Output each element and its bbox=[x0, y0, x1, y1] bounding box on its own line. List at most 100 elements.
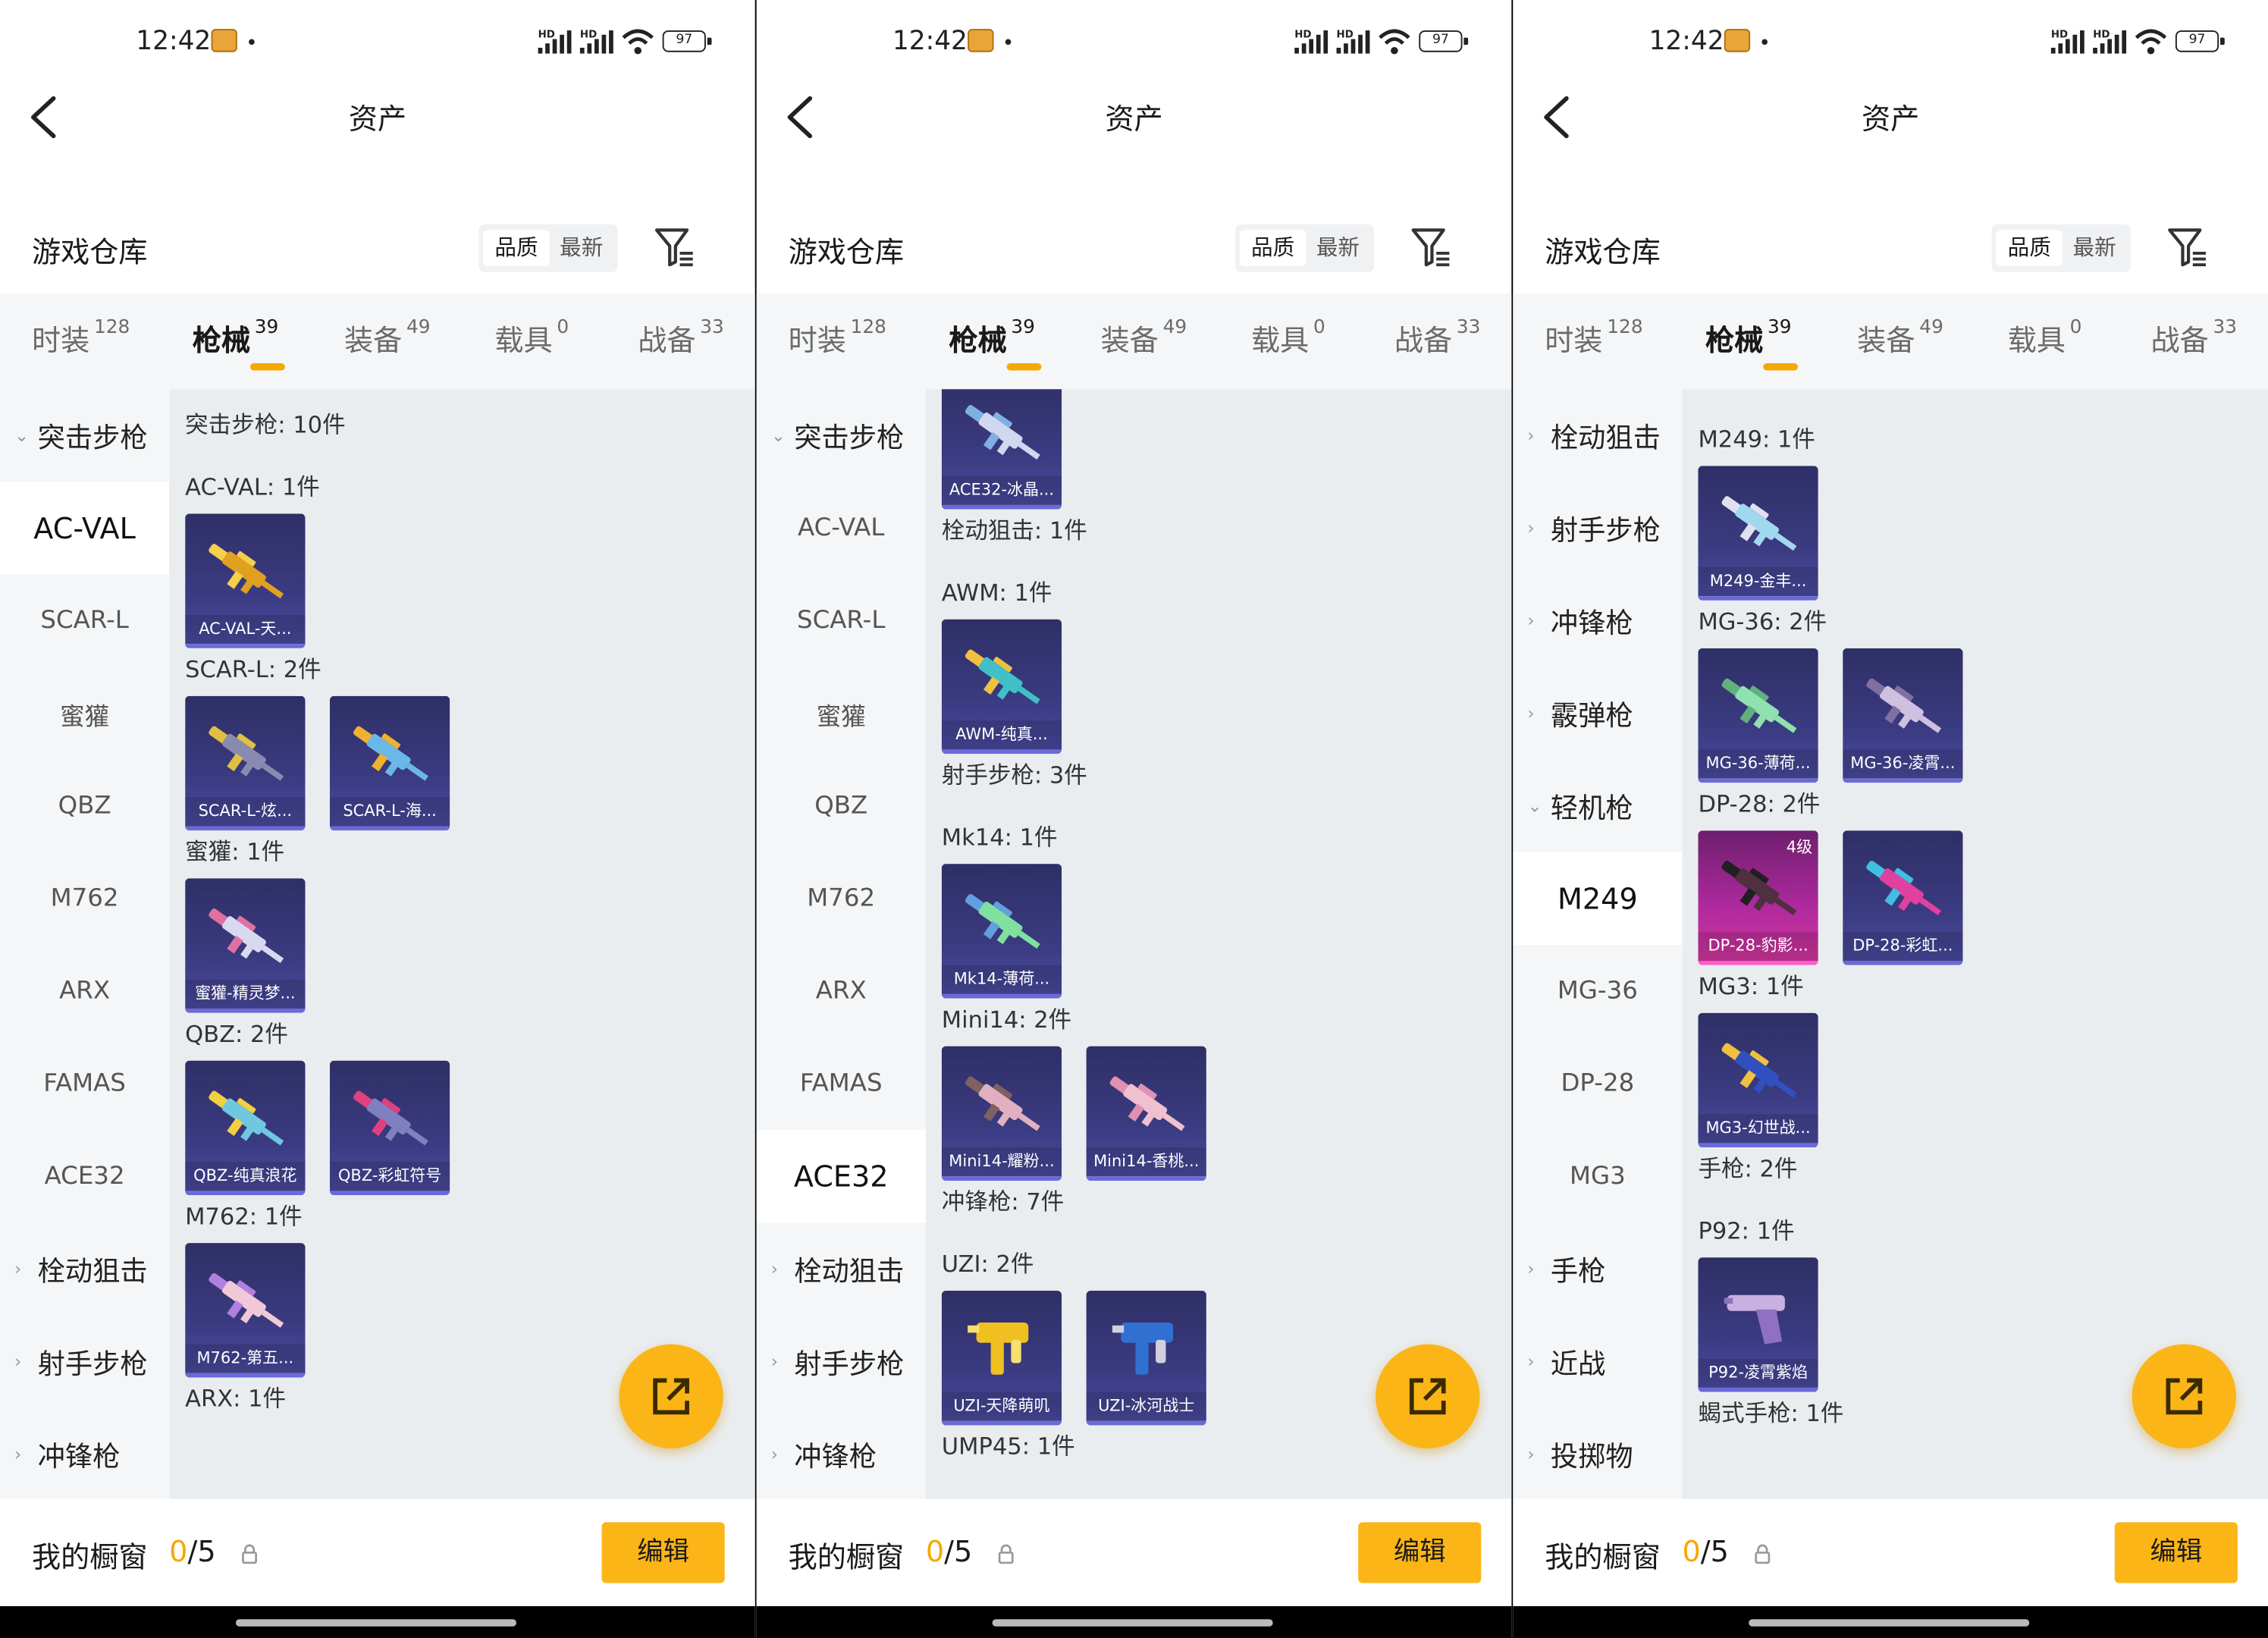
sort-quality-button[interactable]: 品质 bbox=[483, 230, 550, 267]
tab-gear[interactable]: 装备 49 bbox=[1101, 317, 1187, 359]
sidebar-item[interactable]: 蜜獾 bbox=[0, 667, 169, 760]
chevron-right-icon: › bbox=[1527, 518, 1535, 538]
weapon-card[interactable]: MG3-幻世战... bbox=[1698, 1012, 1818, 1148]
sidebar-group[interactable]: › 冲锋枪 bbox=[1513, 575, 1682, 667]
tab-vehicles[interactable]: 载具 0 bbox=[1251, 317, 1325, 359]
sidebar-item[interactable]: ACE32 bbox=[0, 1130, 169, 1222]
tab-supplies[interactable]: 战备 33 bbox=[638, 317, 724, 359]
weapon-card[interactable]: M762-第五... bbox=[185, 1243, 306, 1378]
edit-button[interactable]: 编辑 bbox=[1358, 1522, 1482, 1583]
sidebar-group[interactable]: › 栓动狙击 bbox=[757, 1222, 926, 1315]
weapon-name: Mini14-耀粉... bbox=[941, 1147, 1062, 1177]
tab-fashion[interactable]: 时装 128 bbox=[1545, 317, 1642, 359]
edit-button[interactable]: 编辑 bbox=[2114, 1522, 2238, 1583]
sort-toggle[interactable]: 品质 最新 bbox=[1991, 224, 2131, 272]
weapon-card[interactable]: 蜜獾-精灵梦... bbox=[185, 878, 306, 1013]
sidebar-item[interactable]: AC-VAL bbox=[757, 482, 926, 574]
share-button[interactable] bbox=[2132, 1344, 2237, 1449]
sidebar-group[interactable]: › 栓动狙击 bbox=[1513, 389, 1682, 482]
weapon-list: 突击步枪: 10件 AC-VAL: 1件 AC-VAL-天... SCAR-L: 2… bbox=[169, 389, 755, 1499]
sort-toggle[interactable]: 品质 最新 bbox=[478, 224, 618, 272]
sort-quality-button[interactable]: 品质 bbox=[1996, 230, 2063, 267]
sidebar-group[interactable]: › 射手步枪 bbox=[757, 1315, 926, 1407]
sidebar-item[interactable]: 蜜獾 bbox=[757, 667, 926, 760]
sidebar-group[interactable]: › 手枪 bbox=[1513, 1222, 1682, 1315]
weapon-card[interactable]: Mini14-耀粉... bbox=[941, 1046, 1062, 1181]
filter-icon[interactable] bbox=[1410, 226, 1451, 269]
weapon-card[interactable]: UZI-冰河战士 bbox=[1086, 1291, 1206, 1426]
weapon-card[interactable]: SCAR-L-海... bbox=[329, 695, 450, 831]
weapon-card[interactable]: Mini14-香桃... bbox=[1086, 1046, 1206, 1181]
tab-supplies[interactable]: 战备 33 bbox=[2150, 317, 2237, 359]
weapon-card[interactable]: ACE32-冰晶... bbox=[941, 389, 1062, 510]
sidebar-item[interactable]: QBZ bbox=[757, 760, 926, 852]
category-tabs: 时装 128 枪械 39 装备 49 载具 0 战备 33 bbox=[1513, 293, 2268, 390]
weapon-card[interactable]: Mk14-薄荷... bbox=[941, 864, 1062, 999]
share-button[interactable] bbox=[619, 1344, 723, 1449]
weapon-card[interactable]: 4级 DP-28-豹影... bbox=[1698, 830, 1818, 965]
sidebar-group[interactable]: ⌄ 突击步枪 bbox=[757, 389, 926, 482]
weapon-card[interactable]: QBZ-彩虹符号 bbox=[329, 1060, 450, 1196]
sidebar-group[interactable]: › 射手步枪 bbox=[0, 1315, 169, 1407]
home-indicator[interactable] bbox=[992, 1619, 1273, 1627]
weapon-card[interactable]: UZI-天降萌叽 bbox=[941, 1291, 1062, 1426]
sort-latest-button[interactable]: 最新 bbox=[1305, 230, 1372, 266]
weapon-card[interactable]: M249-金丰... bbox=[1698, 466, 1818, 601]
sidebar-group[interactable]: ⌄ 突击步枪 bbox=[0, 389, 169, 482]
filter-icon[interactable] bbox=[2166, 226, 2207, 269]
weapon-card[interactable]: MG-36-薄荷... bbox=[1698, 648, 1818, 783]
sidebar-item[interactable]: DP-28 bbox=[1513, 1037, 1682, 1130]
sort-latest-button[interactable]: 最新 bbox=[2061, 230, 2128, 266]
sidebar-item[interactable]: MG-36 bbox=[1513, 945, 1682, 1037]
weapon-card[interactable]: DP-28-彩虹... bbox=[1843, 830, 1963, 965]
showcase-count: 0/5 bbox=[169, 1534, 215, 1569]
weapon-card[interactable]: AWM-纯真... bbox=[941, 619, 1062, 755]
showcase-bar: 我的橱窗 0/5 编辑 bbox=[1513, 1498, 2268, 1607]
sidebar-item[interactable]: MG3 bbox=[1513, 1130, 1682, 1222]
sidebar-group[interactable]: › 霰弹枪 bbox=[1513, 667, 1682, 760]
tab-fashion[interactable]: 时装 128 bbox=[32, 317, 130, 359]
sidebar-group[interactable]: › 栓动狙击 bbox=[0, 1222, 169, 1315]
weapon-card[interactable]: MG-36-凌霄... bbox=[1843, 648, 1963, 783]
sidebar-group[interactable]: › 近战 bbox=[1513, 1315, 1682, 1407]
sidebar-item[interactable]: AC-VAL bbox=[0, 482, 170, 575]
sidebar-item[interactable]: ARX bbox=[757, 945, 926, 1037]
sidebar-item[interactable]: M762 bbox=[0, 852, 169, 945]
weapon-card[interactable]: AC-VAL-天... bbox=[185, 513, 306, 648]
sidebar-item[interactable]: M762 bbox=[757, 852, 926, 945]
edit-button[interactable]: 编辑 bbox=[601, 1522, 725, 1583]
sidebar-group[interactable]: › 投掷物 bbox=[1513, 1408, 1682, 1499]
tab-vehicles[interactable]: 载具 0 bbox=[2008, 317, 2082, 359]
tab-weapons[interactable]: 枪械 39 bbox=[193, 317, 279, 359]
sort-latest-button[interactable]: 最新 bbox=[548, 230, 615, 266]
sidebar-item[interactable]: FAMAS bbox=[757, 1037, 926, 1130]
chevron-down-icon: ⌄ bbox=[770, 425, 786, 446]
sidebar-group[interactable]: › 冲锋枪 bbox=[757, 1408, 926, 1499]
sidebar-item[interactable]: FAMAS bbox=[0, 1037, 169, 1130]
sidebar-item[interactable]: SCAR-L bbox=[757, 575, 926, 667]
sidebar-item[interactable]: M249 bbox=[1513, 852, 1683, 946]
sidebar-item[interactable]: QBZ bbox=[0, 760, 169, 852]
tab-fashion[interactable]: 时装 128 bbox=[789, 317, 886, 359]
sidebar-item[interactable]: SCAR-L bbox=[0, 575, 169, 667]
tab-gear[interactable]: 装备 49 bbox=[1857, 317, 1943, 359]
sort-toggle[interactable]: 品质 最新 bbox=[1235, 224, 1375, 272]
sort-quality-button[interactable]: 品质 bbox=[1239, 230, 1307, 267]
tab-gear[interactable]: 装备 49 bbox=[344, 317, 431, 359]
sidebar-group[interactable]: ⌄ 轻机枪 bbox=[1513, 760, 1682, 852]
weapon-card[interactable]: SCAR-L-炫... bbox=[185, 695, 306, 831]
tab-supplies[interactable]: 战备 33 bbox=[1394, 317, 1481, 359]
sidebar-group[interactable]: › 冲锋枪 bbox=[0, 1408, 169, 1499]
filter-icon[interactable] bbox=[654, 226, 694, 269]
tab-vehicles[interactable]: 载具 0 bbox=[494, 317, 569, 359]
home-indicator[interactable] bbox=[235, 1619, 516, 1627]
weapon-card[interactable]: QBZ-纯真浪花 bbox=[185, 1060, 306, 1196]
sidebar-item[interactable]: ARX bbox=[0, 945, 169, 1037]
tab-weapons[interactable]: 枪械 39 bbox=[1705, 317, 1792, 359]
share-button[interactable] bbox=[1376, 1344, 1480, 1449]
home-indicator[interactable] bbox=[1749, 1619, 2030, 1627]
sidebar-item[interactable]: ACE32 bbox=[756, 1130, 926, 1223]
weapon-card[interactable]: P92-凌霄紫焰 bbox=[1698, 1257, 1818, 1392]
tab-weapons[interactable]: 枪械 39 bbox=[949, 317, 1035, 359]
sidebar-group[interactable]: › 射手步枪 bbox=[1513, 482, 1682, 574]
